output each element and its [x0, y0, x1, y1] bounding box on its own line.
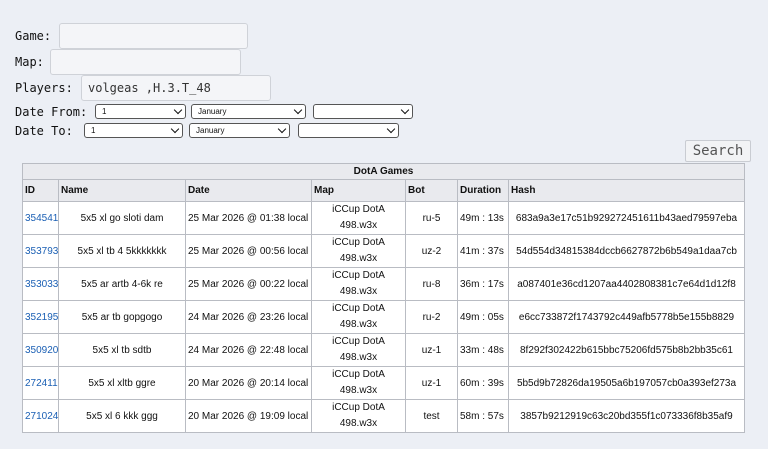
cell-date: 25 Mar 2026 @ 01:38 local: [185, 201, 312, 235]
table-header-row: ID Name Date Map Bot Duration Hash: [22, 179, 746, 202]
table-row: 354541 5x5 xl go sloti dam 25 Mar 2026 @…: [22, 201, 746, 235]
cell-hash: 8f292f302422b615bbc75206fd575b8b2bb35c61: [507, 333, 746, 367]
cell-name: 5x5 xl tb 4 5kkkkkkk: [58, 234, 186, 268]
cell-hash: e6cc733872f1743792c449afb5778b5e155b8829: [507, 300, 746, 334]
cell-map: iCCup DotA 498.w3x: [311, 333, 406, 367]
game-id-link[interactable]: 350920: [25, 345, 58, 356]
table-caption: DotA Games: [21, 163, 746, 180]
cell-duration: 58m : 57s: [457, 399, 509, 433]
games-table: DotA Games ID Name Date Map Bot Duration…: [21, 163, 746, 433]
cell-hash: a087401e36cd1207aa4402808381c7e64d1d12f8: [507, 267, 746, 301]
cell-date: 20 Mar 2026 @ 20:14 local: [185, 366, 312, 400]
date-to-month-value: January: [196, 126, 225, 135]
cell-id: 353793: [22, 234, 59, 268]
date-to-month-select[interactable]: January: [189, 123, 290, 138]
cell-map: iCCup DotA 498.w3x: [311, 201, 406, 235]
cell-duration: 49m : 13s: [457, 201, 509, 235]
cell-id: 353033: [22, 267, 59, 301]
header-name: Name: [58, 179, 186, 202]
header-bot: Bot: [405, 179, 458, 202]
cell-id: 271024: [22, 399, 59, 433]
cell-name: 5x5 xl tb sdtb: [58, 333, 186, 367]
cell-id: 350920: [22, 333, 59, 367]
game-id-link[interactable]: 353033: [25, 279, 58, 290]
players-label: Players:: [15, 81, 73, 95]
cell-bot: ru-8: [405, 267, 458, 301]
game-id-link[interactable]: 352195: [25, 312, 58, 323]
cell-map: iCCup DotA 498.w3x: [311, 399, 406, 433]
cell-hash: 683a9a3e17c51b929272451611b43aed79597eba: [507, 201, 746, 235]
chevron-down-icon: [277, 124, 287, 134]
cell-bot: uz-2: [405, 234, 458, 268]
cell-date: 20 Mar 2026 @ 19:09 local: [185, 399, 312, 433]
header-map: Map: [311, 179, 406, 202]
chevron-down-icon: [293, 105, 303, 115]
header-date: Date: [185, 179, 312, 202]
cell-date: 25 Mar 2026 @ 00:56 local: [185, 234, 312, 268]
date-to-day-value: 1: [91, 126, 96, 135]
game-id-link[interactable]: 354541: [25, 213, 58, 224]
date-from-day-select[interactable]: 1: [95, 104, 186, 119]
header-duration: Duration: [457, 179, 509, 202]
cell-hash: 3857b9212919c63c20bd355f1c073336f8b35af9: [507, 399, 746, 433]
date-from-label: Date From:: [15, 105, 88, 119]
game-id-link[interactable]: 271024: [25, 411, 58, 422]
cell-name: 5x5 xl 6 kkk ggg: [58, 399, 186, 433]
table-row: 272411 5x5 xl xltb ggre 20 Mar 2026 @ 20…: [22, 366, 746, 400]
cell-map: iCCup DotA 498.w3x: [311, 300, 406, 334]
cell-hash: 54d554d34815384dccb6627872b6b549a1daa7cb: [507, 234, 746, 268]
cell-map: iCCup DotA 498.w3x: [311, 366, 406, 400]
cell-name: 5x5 ar tb gopgogo: [58, 300, 186, 334]
game-id-link[interactable]: 353793: [25, 246, 58, 257]
date-from-day-value: 1: [102, 107, 107, 116]
cell-bot: ru-5: [405, 201, 458, 235]
cell-map: iCCup DotA 498.w3x: [311, 234, 406, 268]
cell-id: 272411: [22, 366, 59, 400]
cell-date: 24 Mar 2026 @ 23:26 local: [185, 300, 312, 334]
cell-bot: ru-2: [405, 300, 458, 334]
cell-bot: uz-1: [405, 366, 458, 400]
cell-duration: 49m : 05s: [457, 300, 509, 334]
map-input[interactable]: [50, 49, 241, 75]
cell-name: 5x5 xl go sloti dam: [58, 201, 186, 235]
cell-id: 354541: [22, 201, 59, 235]
cell-id: 352195: [22, 300, 59, 334]
header-id: ID: [22, 179, 59, 202]
cell-date: 24 Mar 2026 @ 22:48 local: [185, 333, 312, 367]
cell-map: iCCup DotA 498.w3x: [311, 267, 406, 301]
date-from-year-select[interactable]: [313, 104, 413, 119]
search-button[interactable]: Search: [685, 140, 751, 162]
date-to-year-select[interactable]: [298, 123, 399, 138]
cell-name: 5x5 ar artb 4-6k re: [58, 267, 186, 301]
header-hash: Hash: [507, 179, 746, 202]
map-label: Map:: [15, 55, 44, 69]
chevron-down-icon: [400, 105, 410, 115]
cell-date: 25 Mar 2026 @ 00:22 local: [185, 267, 312, 301]
table-row: 352195 5x5 ar tb gopgogo 24 Mar 2026 @ 2…: [22, 300, 746, 334]
cell-bot: uz-1: [405, 333, 458, 367]
cell-duration: 60m : 39s: [457, 366, 509, 400]
chevron-down-icon: [386, 124, 396, 134]
date-to-label: Date To:: [15, 124, 73, 138]
chevron-down-icon: [173, 105, 183, 115]
cell-duration: 33m : 48s: [457, 333, 509, 367]
table-row: 350920 5x5 xl tb sdtb 24 Mar 2026 @ 22:4…: [22, 333, 746, 367]
table-row: 353033 5x5 ar artb 4-6k re 25 Mar 2026 @…: [22, 267, 746, 301]
cell-bot: test: [405, 399, 458, 433]
cell-duration: 41m : 37s: [457, 234, 509, 268]
table-row: 353793 5x5 xl tb 4 5kkkkkkk 25 Mar 2026 …: [22, 234, 746, 268]
date-from-month-select[interactable]: January: [191, 104, 306, 119]
chevron-down-icon: [170, 124, 180, 134]
cell-hash: 5b5d9b72826da19505a6b197057cb0a393ef273a: [507, 366, 746, 400]
game-input[interactable]: [59, 23, 248, 49]
cell-name: 5x5 xl xltb ggre: [58, 366, 186, 400]
game-label: Game:: [15, 29, 52, 43]
game-id-link[interactable]: 272411: [25, 378, 58, 389]
cell-duration: 36m : 17s: [457, 267, 509, 301]
date-from-month-value: January: [198, 107, 227, 116]
table-row: 271024 5x5 xl 6 kkk ggg 20 Mar 2026 @ 19…: [22, 399, 746, 433]
date-to-day-select[interactable]: 1: [84, 123, 183, 138]
players-input[interactable]: [81, 75, 271, 101]
